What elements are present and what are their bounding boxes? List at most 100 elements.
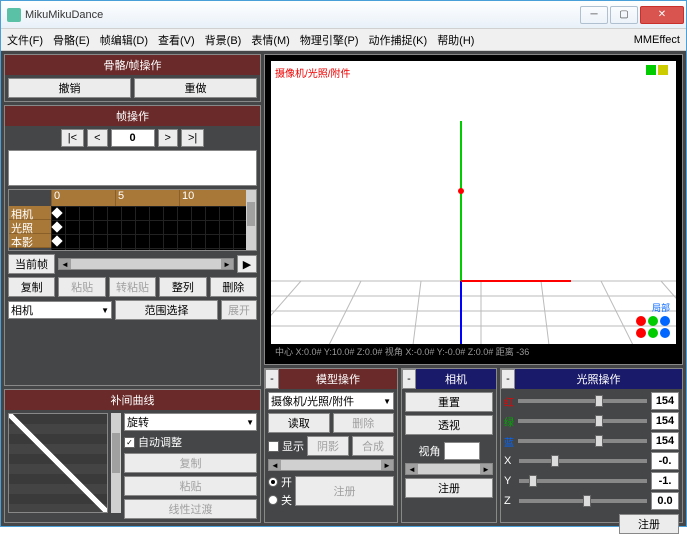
scroll-left-icon[interactable]: ◄: [59, 259, 71, 269]
menu-file[interactable]: 文件(F): [7, 32, 43, 48]
copy-button[interactable]: 复制: [8, 277, 55, 297]
menu-physics[interactable]: 物理引擎(P): [300, 32, 359, 48]
camera-title: 相机: [416, 369, 496, 389]
off-radio[interactable]: [268, 495, 278, 505]
angle-input[interactable]: 45: [444, 442, 480, 460]
model-reg-button[interactable]: 注册: [295, 476, 394, 506]
undo-button[interactable]: 撤销: [8, 78, 131, 98]
item-select[interactable]: 相机▼: [8, 301, 112, 319]
g-value[interactable]: 154: [651, 412, 679, 430]
scroll-right-icon[interactable]: ►: [221, 259, 233, 269]
maximize-button[interactable]: ▢: [610, 6, 638, 24]
auto-adjust-check[interactable]: ✓: [124, 437, 135, 448]
timeline-vscroll[interactable]: [246, 190, 256, 250]
redo-button[interactable]: 重做: [134, 78, 257, 98]
x-label: X: [504, 455, 515, 467]
x-slider[interactable]: [519, 459, 647, 463]
reset-button[interactable]: 重置: [405, 392, 493, 412]
nav-prev[interactable]: <: [87, 129, 107, 147]
gizmo-icon[interactable]: [660, 316, 670, 326]
b-value[interactable]: 154: [651, 432, 679, 450]
frame-ops-title: 帧操作: [5, 106, 260, 126]
interp-paste-button[interactable]: 粘贴: [124, 476, 257, 496]
paste-button[interactable]: 粘贴: [58, 277, 105, 297]
track-light[interactable]: 光照: [9, 220, 51, 234]
frame-list[interactable]: [8, 150, 257, 186]
menu-view[interactable]: 查看(V): [158, 32, 195, 48]
panel-collapse-button[interactable]: -: [501, 369, 515, 389]
interp-copy-button[interactable]: 复制: [124, 453, 257, 473]
interp-vscroll[interactable]: [111, 413, 121, 513]
panel-collapse-button[interactable]: -: [265, 369, 279, 389]
show-check[interactable]: [268, 441, 279, 452]
close-button[interactable]: ✕: [640, 6, 684, 24]
z-value[interactable]: 0.0: [651, 492, 679, 510]
model-hscroll[interactable]: ◄►: [268, 459, 394, 471]
b-slider[interactable]: [518, 439, 647, 443]
gizmo-icon[interactable]: [648, 328, 658, 338]
nav-next[interactable]: >: [158, 129, 178, 147]
camera-reg-button[interactable]: 注册: [405, 478, 493, 498]
align-button[interactable]: 整列: [159, 277, 206, 297]
load-button[interactable]: 读取: [268, 413, 330, 433]
model-select[interactable]: 摄像机/光照/附件▼: [268, 392, 394, 410]
menu-help[interactable]: 帮助(H): [437, 32, 474, 48]
x-value[interactable]: -0.: [651, 452, 679, 470]
viewport-status: 中心 X:0.0# Y:10.0# Z:0.0# 视角 X:-0.0# Y:-0…: [271, 344, 676, 358]
light-panel: -光照操作 红154 绿154 蓝154 X-0. Y-1. Z0.0 注册: [500, 368, 683, 523]
gizmo-icon[interactable]: [636, 316, 646, 326]
interp-title: 补间曲线: [5, 390, 260, 410]
play-button[interactable]: ▶: [237, 255, 257, 273]
viewport[interactable]: 摄像机/光照/附件: [264, 54, 683, 365]
timeline-hscroll[interactable]: ◄ ►: [58, 258, 234, 270]
interp-linear-button[interactable]: 线性过渡: [124, 499, 257, 519]
app-icon: [7, 8, 21, 22]
timeline[interactable]: 0 5 10 相机 光照 本影: [8, 189, 257, 251]
shadow-button[interactable]: 阴影: [307, 436, 349, 456]
menu-mmeffect[interactable]: MMEffect: [634, 34, 680, 46]
g-slider[interactable]: [518, 419, 647, 423]
z-slider[interactable]: [519, 499, 647, 503]
y-value[interactable]: -1.: [651, 472, 679, 490]
persp-button[interactable]: 透视: [405, 415, 493, 435]
range-select-button[interactable]: 范围选择: [115, 300, 218, 320]
interp-graph[interactable]: [8, 413, 108, 513]
menu-bone[interactable]: 骨骼(E): [53, 32, 90, 48]
expand-button[interactable]: 展开: [221, 300, 257, 320]
panel-collapse-button[interactable]: -: [402, 369, 416, 389]
on-radio[interactable]: [268, 477, 278, 487]
track-shadow[interactable]: 本影: [9, 234, 51, 248]
model-title: 模型操作: [279, 369, 397, 389]
camera-panel: -相机 重置 透视 视角45 ◄► 注册: [401, 368, 497, 523]
model-delete-button[interactable]: 删除: [333, 413, 395, 433]
z-label: Z: [504, 495, 515, 507]
bone-frame-panel: 骨骼/帧操作 撤销 重做: [4, 54, 261, 102]
nav-last[interactable]: >|: [181, 129, 204, 147]
sub-paste-button[interactable]: 转粘贴: [109, 277, 156, 297]
nav-first[interactable]: |<: [61, 129, 84, 147]
current-frame-button[interactable]: 当前帧: [8, 254, 55, 274]
keyframe-icon[interactable]: [51, 207, 62, 218]
r-value[interactable]: 154: [651, 392, 679, 410]
gizmo-icon[interactable]: [636, 328, 646, 338]
minimize-button[interactable]: ─: [580, 6, 608, 24]
keyframe-icon[interactable]: [51, 235, 62, 246]
gizmo-icon[interactable]: [660, 328, 670, 338]
interp-axis-select[interactable]: 旋转▼: [124, 413, 257, 431]
light-reg-button[interactable]: 注册: [619, 514, 679, 534]
menu-bg[interactable]: 背景(B): [205, 32, 242, 48]
keyframe-icon[interactable]: [51, 221, 62, 232]
y-slider[interactable]: [519, 479, 647, 483]
y-label: Y: [504, 475, 515, 487]
tick-5: 5: [115, 190, 179, 206]
syn-button[interactable]: 合成: [352, 436, 394, 456]
frame-number-input[interactable]: 0: [111, 129, 155, 147]
gizmo-icon[interactable]: [648, 316, 658, 326]
menu-face[interactable]: 表情(M): [251, 32, 290, 48]
menu-frame[interactable]: 帧编辑(D): [100, 32, 148, 48]
menu-motion[interactable]: 动作捕捉(K): [369, 32, 428, 48]
angle-slider[interactable]: ◄►: [405, 463, 493, 475]
track-camera[interactable]: 相机: [9, 206, 51, 220]
r-slider[interactable]: [518, 399, 647, 403]
delete-frame-button[interactable]: 删除: [210, 277, 257, 297]
